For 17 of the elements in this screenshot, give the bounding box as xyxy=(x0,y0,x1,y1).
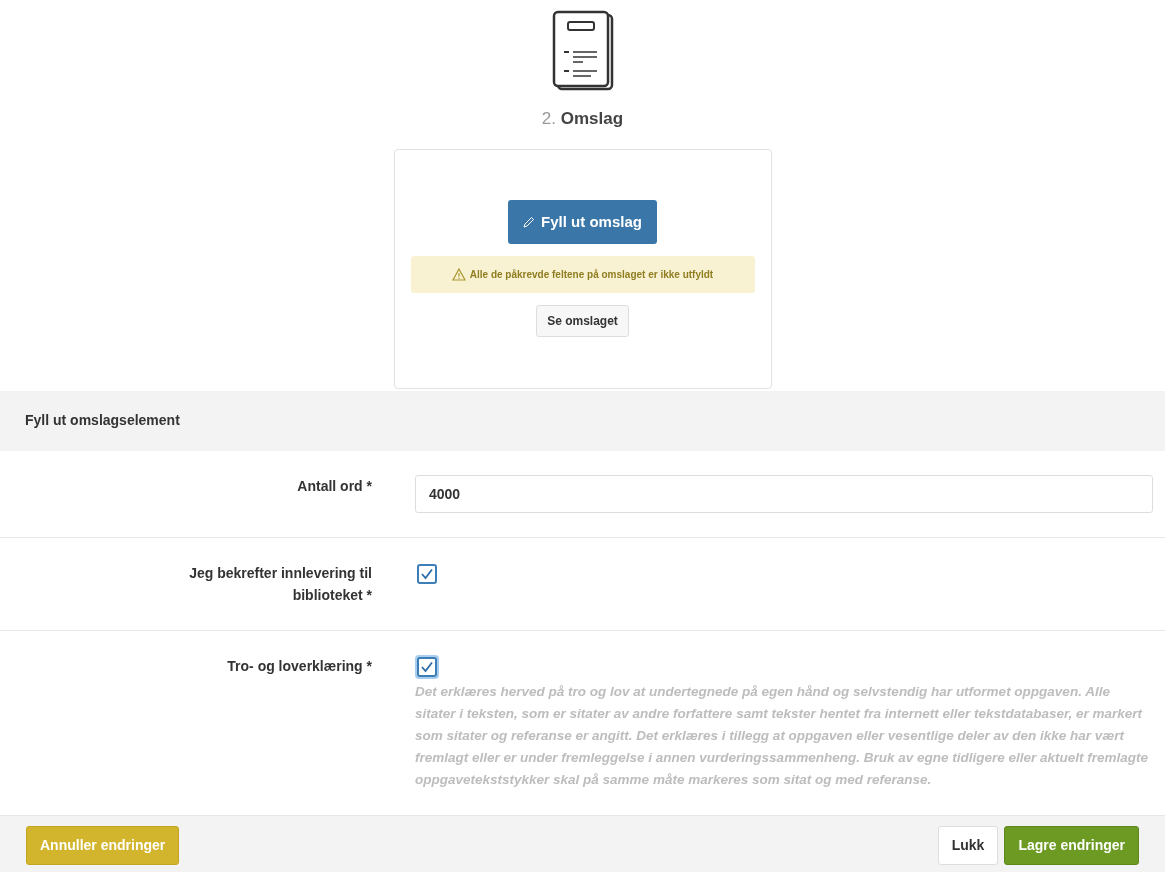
field-label: Jeg bekrefter innlevering til biblioteket * xyxy=(188,563,372,605)
step-title: Omslag xyxy=(560,109,624,128)
close-button[interactable]: Lukk xyxy=(937,826,999,865)
warning-icon xyxy=(451,268,466,282)
pencil-icon xyxy=(523,216,536,228)
fill-cover-button[interactable]: Fyll ut omslag xyxy=(508,199,657,245)
step-number: 2. xyxy=(541,109,557,128)
checkmark-icon xyxy=(420,660,434,673)
field-label: Tro- og loverklæring * xyxy=(226,656,372,676)
word-count-field[interactable]: 4000 xyxy=(415,474,1153,513)
section-title: Fyll ut omslagselement xyxy=(25,411,180,430)
view-cover-button[interactable]: Se omslaget xyxy=(536,305,629,338)
checkbox[interactable] xyxy=(417,563,437,584)
warning-text: Alle de påkrevde feltene på omslaget er ikke utfyldt xyxy=(469,268,714,283)
checkmark-icon xyxy=(420,567,434,580)
declaration-text: Det erklæres herved på tro og lov at undertegnede på egen hånd og selvstendig har utformet oppgaven. Alle sitater i teksten, som er sitater av andre forfattere samt tekster hentet fra internett eller tekstdatabaser, er markert som sitater og referanse er angitt. Det erklæres i tillegg at oppgaven eller vesentlige deler av den ikke har vært fremlagt eller er under fremleggelse i annen vurderingssammenheng. Bruk av egne tidligere eller aktuelt fremlagte oppgavetekststykker skal på samme måte markeres som sitat og med referanse. xyxy=(415,682,1149,789)
field-label: Antall ord * xyxy=(296,476,372,496)
